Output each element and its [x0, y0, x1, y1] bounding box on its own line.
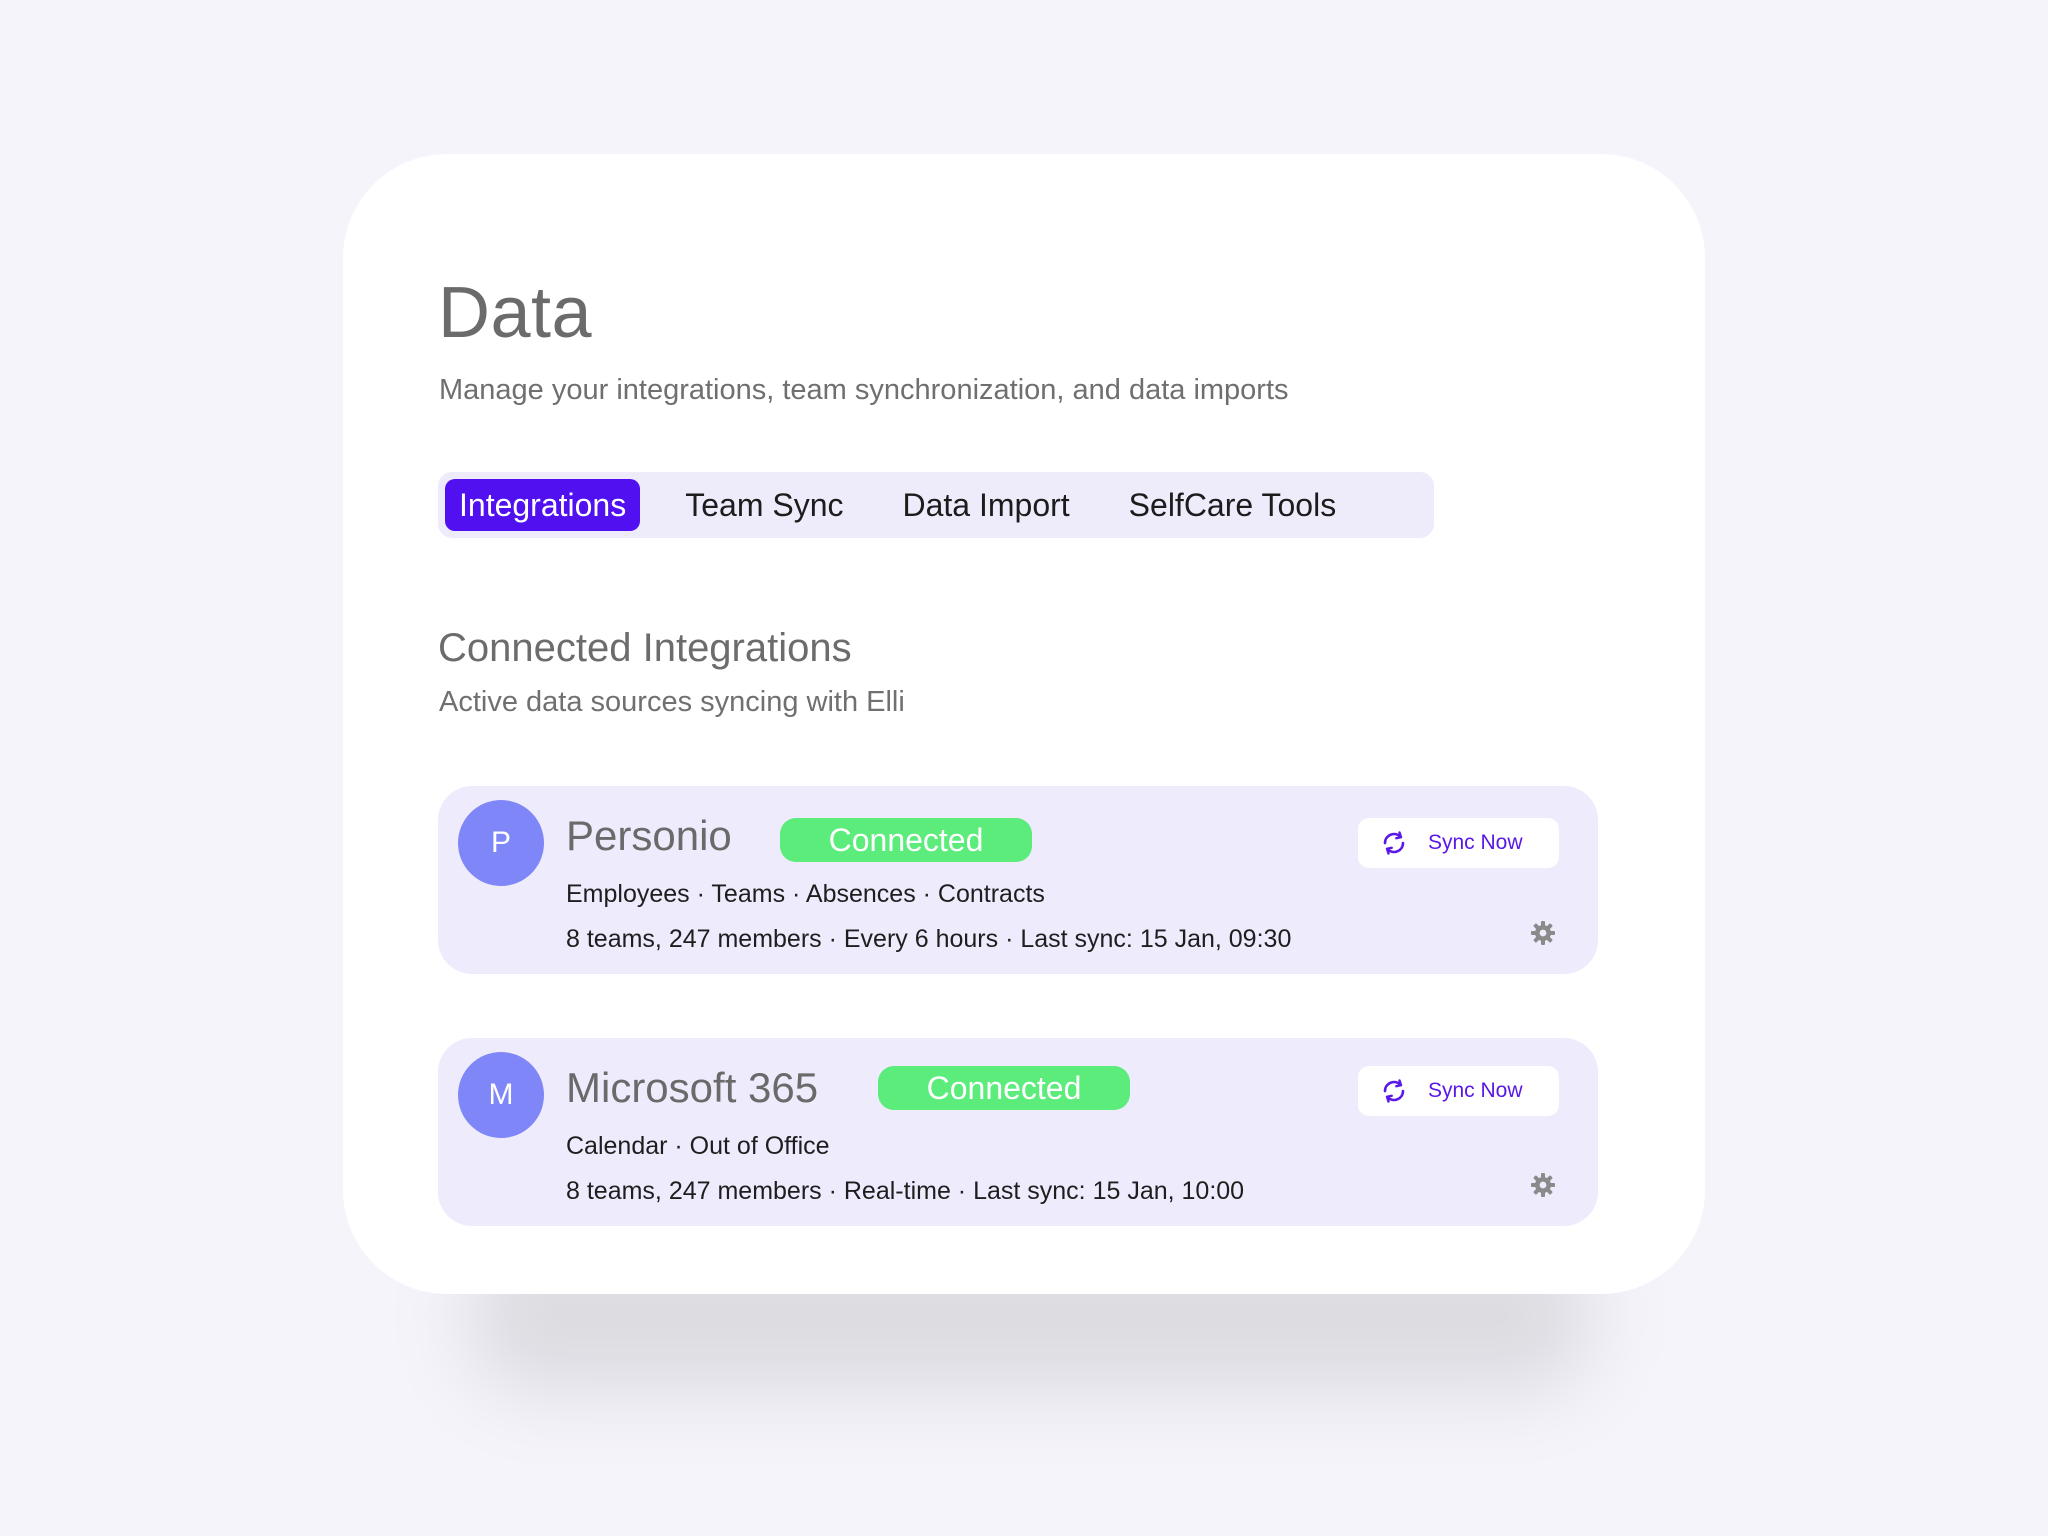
sync-now-label: Sync Now — [1428, 1079, 1523, 1102]
gear-icon[interactable] — [1530, 1172, 1556, 1198]
tab-bar: Integrations Team Sync Data Import SelfC… — [438, 472, 1434, 538]
page-subtitle: Manage your integrations, team synchroni… — [439, 374, 1289, 406]
section-title: Connected Integrations — [438, 626, 852, 670]
sync-icon — [1383, 1079, 1405, 1103]
tab-team-sync[interactable]: Team Sync — [671, 479, 857, 531]
integration-card-personio: P Personio Connected Employees · Teams ·… — [438, 786, 1598, 974]
status-badge: Connected — [780, 818, 1032, 862]
status-badge: Connected — [878, 1066, 1130, 1110]
sync-icon — [1383, 831, 1405, 855]
integration-scope: Calendar · Out of Office — [566, 1132, 830, 1160]
sync-now-label: Sync Now — [1428, 831, 1523, 854]
avatar: P — [458, 800, 544, 886]
tab-data-import[interactable]: Data Import — [889, 479, 1084, 531]
data-settings-card: Data Manage your integrations, team sync… — [343, 154, 1705, 1294]
tab-selfcare-tools[interactable]: SelfCare Tools — [1115, 479, 1351, 531]
tab-integrations[interactable]: Integrations — [445, 479, 641, 531]
gear-icon[interactable] — [1530, 920, 1556, 946]
page-title: Data — [438, 273, 593, 353]
integration-meta: 8 teams, 247 members · Real-time · Last … — [566, 1177, 1245, 1205]
section-subtitle: Active data sources syncing with Elli — [439, 686, 905, 718]
integration-scope: Employees · Teams · Absences · Contracts — [566, 880, 1045, 908]
integration-meta: 8 teams, 247 members · Every 6 hours · L… — [566, 925, 1292, 953]
sync-now-button[interactable]: Sync Now — [1358, 818, 1559, 868]
integration-name: Personio — [566, 812, 732, 859]
sync-now-button[interactable]: Sync Now — [1358, 1066, 1559, 1116]
integration-card-microsoft-365: M Microsoft 365 Connected Calendar · Out… — [438, 1038, 1598, 1226]
avatar: M — [458, 1052, 544, 1138]
integration-name: Microsoft 365 — [566, 1064, 819, 1111]
